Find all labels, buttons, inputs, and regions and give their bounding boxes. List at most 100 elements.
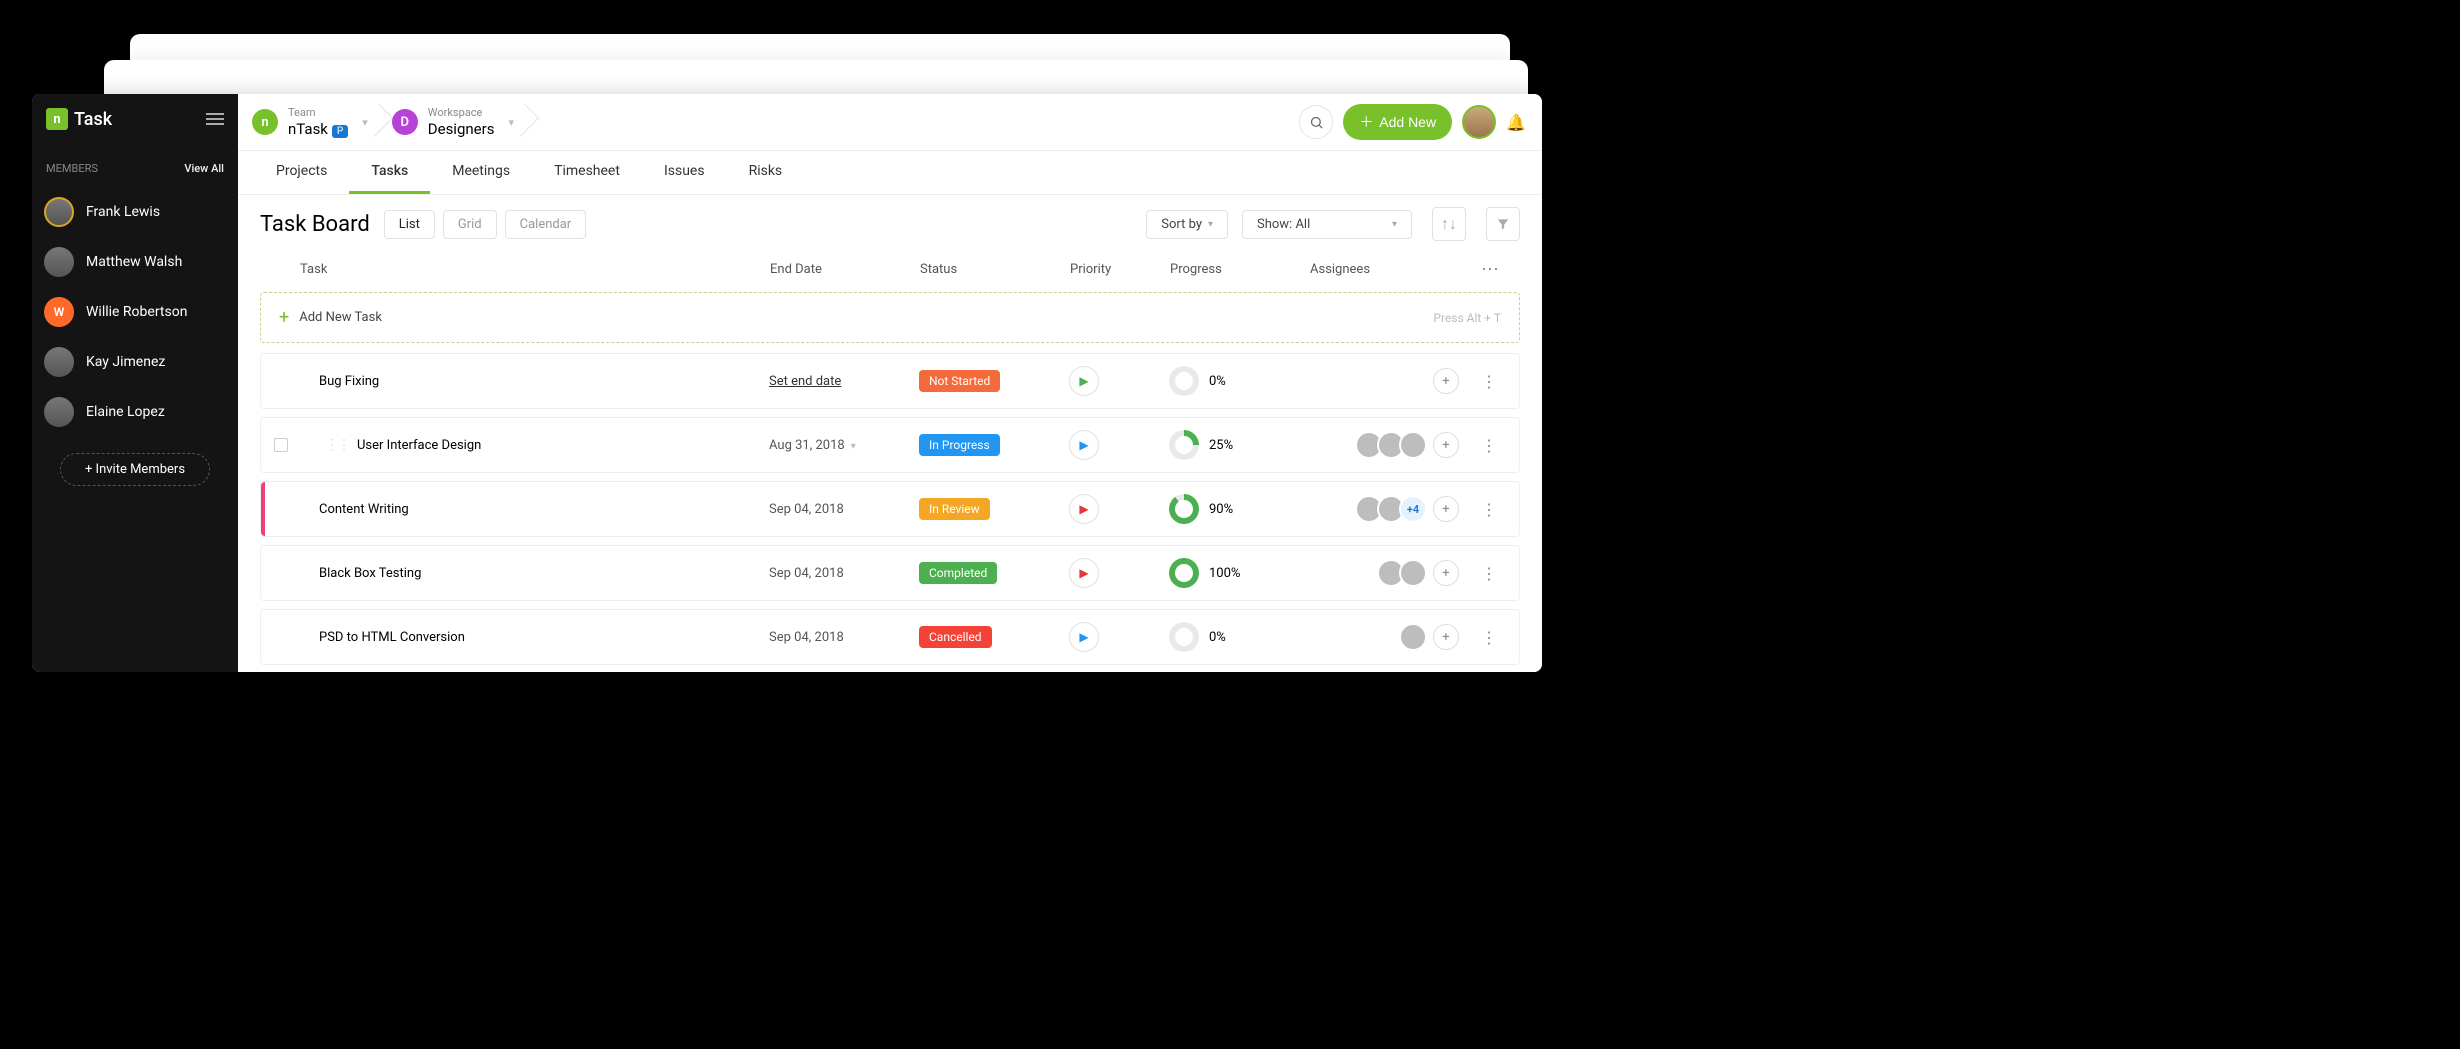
breadcrumb-workspace[interactable]: D Workspace Designers ▾ xyxy=(386,102,532,142)
add-assignee-button[interactable]: + xyxy=(1433,624,1459,650)
brand-logo[interactable]: n Task xyxy=(46,108,112,130)
priority-flag[interactable]: ▶ xyxy=(1069,366,1099,396)
tab-tasks[interactable]: Tasks xyxy=(349,151,430,194)
add-new-button[interactable]: ＋Add New xyxy=(1343,104,1452,140)
task-name: ⋮⋮User Interface Design xyxy=(301,437,769,453)
column-options-icon[interactable]: ⋯ xyxy=(1460,259,1520,280)
chevron-down-icon[interactable]: ▾ xyxy=(508,116,514,129)
view-grid-button[interactable]: Grid xyxy=(443,210,497,239)
sort-by-select[interactable]: Sort by▾ xyxy=(1146,210,1228,239)
chevron-down-icon[interactable]: ▾ xyxy=(362,116,368,129)
main-panel: n Team nTaskP ▾ D Workspace Designers ▾ xyxy=(238,94,1542,672)
view-all-link[interactable]: View All xyxy=(184,162,224,175)
task-row[interactable]: Bug FixingSet end dateNot Started▶0%+⋮ xyxy=(260,353,1520,409)
progress-value: 0% xyxy=(1209,374,1226,389)
row-menu-icon[interactable]: ⋮ xyxy=(1459,500,1519,519)
priority-flag[interactable]: ▶ xyxy=(1069,494,1099,524)
app-window: n Task MEMBERS View All Frank LewisMatth… xyxy=(32,94,1542,672)
assignee-overflow[interactable]: +4 xyxy=(1399,495,1427,523)
task-row[interactable]: PSD to HTML ConversionSep 04, 2018Cancel… xyxy=(260,609,1520,665)
priority-flag[interactable]: ▶ xyxy=(1069,558,1099,588)
add-assignee-button[interactable]: + xyxy=(1433,368,1459,394)
add-assignee-button[interactable]: + xyxy=(1433,560,1459,586)
chevron-down-icon: ▾ xyxy=(851,441,856,452)
sort-direction-button[interactable]: ↑↓ xyxy=(1432,207,1466,241)
search-icon xyxy=(1309,115,1324,130)
drag-handle-icon[interactable] xyxy=(261,373,267,389)
members-heading: MEMBERS xyxy=(46,162,98,175)
status-badge[interactable]: In Progress xyxy=(919,434,1000,456)
chevron-down-icon: ▾ xyxy=(1392,219,1397,230)
tab-risks[interactable]: Risks xyxy=(727,151,805,194)
board-toolbar: Task Board ListGridCalendar Sort by▾ Sho… xyxy=(238,195,1542,253)
filter-button[interactable] xyxy=(1486,207,1520,241)
task-row[interactable]: Content WritingSep 04, 2018In Review▶90%… xyxy=(260,481,1520,537)
assignee-avatar[interactable] xyxy=(1399,623,1427,651)
row-menu-icon[interactable]: ⋮ xyxy=(1459,564,1519,583)
breadcrumb-team[interactable]: n Team nTaskP ▾ xyxy=(246,102,386,142)
add-assignee-button[interactable]: + xyxy=(1433,432,1459,458)
row-menu-icon[interactable]: ⋮ xyxy=(1459,628,1519,647)
notifications-icon[interactable]: 🔔 xyxy=(1506,113,1526,132)
drag-handle-icon[interactable] xyxy=(261,501,267,517)
progress-ring-icon xyxy=(1169,494,1199,524)
task-end-date[interactable]: Sep 04, 2018 xyxy=(769,502,919,517)
brand-name: Task xyxy=(74,109,112,130)
task-end-date[interactable]: Sep 04, 2018 xyxy=(769,566,919,581)
row-menu-icon[interactable]: ⋮ xyxy=(1459,372,1519,391)
task-end-date[interactable]: Sep 04, 2018 xyxy=(769,630,919,645)
priority-flag[interactable]: ▶ xyxy=(1069,622,1099,652)
status-badge[interactable]: Cancelled xyxy=(919,626,992,648)
member-item[interactable]: Elaine Lopez xyxy=(32,387,238,437)
task-checkbox[interactable] xyxy=(274,438,288,452)
member-name: Kay Jimenez xyxy=(86,354,165,370)
task-name: PSD to HTML Conversion xyxy=(301,630,769,645)
tab-issues[interactable]: Issues xyxy=(642,151,727,194)
plus-icon: + xyxy=(279,307,289,328)
member-item[interactable]: Matthew Walsh xyxy=(32,237,238,287)
status-badge[interactable]: Completed xyxy=(919,562,997,584)
invite-members-button[interactable]: + Invite Members xyxy=(60,453,210,486)
drag-handle-icon[interactable] xyxy=(261,565,267,581)
user-avatar[interactable] xyxy=(1462,105,1496,139)
member-item[interactable]: Frank Lewis xyxy=(32,187,238,237)
search-button[interactable] xyxy=(1299,105,1333,139)
col-progress: Progress xyxy=(1170,262,1310,277)
task-row[interactable]: ⋮⋮User Interface DesignAug 31, 2018▾In P… xyxy=(260,417,1520,473)
status-badge[interactable]: Not Started xyxy=(919,370,1000,392)
member-item[interactable]: WWillie Robertson xyxy=(32,287,238,337)
status-badge[interactable]: In Review xyxy=(919,498,990,520)
add-task-row[interactable]: + Add New Task Press Alt + T xyxy=(260,292,1520,343)
assignee-avatar[interactable] xyxy=(1399,431,1427,459)
task-end-date[interactable]: Set end date xyxy=(769,374,919,389)
drag-handle-icon[interactable] xyxy=(261,629,267,645)
plan-badge: P xyxy=(332,125,348,138)
add-assignee-button[interactable]: + xyxy=(1433,496,1459,522)
team-label: Team xyxy=(288,106,348,119)
priority-flag[interactable]: ▶ xyxy=(1069,430,1099,460)
progress-ring-icon xyxy=(1169,558,1199,588)
view-list-button[interactable]: List xyxy=(384,210,435,239)
avatar xyxy=(44,247,74,277)
progress-value: 100% xyxy=(1209,566,1240,581)
task-end-date[interactable]: Aug 31, 2018▾ xyxy=(769,438,919,453)
avatar xyxy=(44,397,74,427)
member-item[interactable]: Kay Jimenez xyxy=(32,337,238,387)
show-filter-select[interactable]: Show: All ▾ xyxy=(1242,210,1412,239)
task-list: Bug FixingSet end dateNot Started▶0%+⋮⋮⋮… xyxy=(238,353,1542,672)
sidebar: n Task MEMBERS View All Frank LewisMatth… xyxy=(32,94,238,672)
view-calendar-button[interactable]: Calendar xyxy=(505,210,587,239)
member-name: Elaine Lopez xyxy=(86,404,165,420)
col-assignees: Assignees xyxy=(1310,262,1460,277)
row-menu-icon[interactable]: ⋮ xyxy=(1459,436,1519,455)
chevron-down-icon: ▾ xyxy=(1208,219,1213,230)
column-headers: Task End Date Status Priority Progress A… xyxy=(238,253,1542,288)
tab-timesheet[interactable]: Timesheet xyxy=(532,151,642,194)
menu-icon[interactable] xyxy=(206,113,224,125)
tab-projects[interactable]: Projects xyxy=(254,151,349,194)
assignee-avatar[interactable] xyxy=(1399,559,1427,587)
progress-value: 0% xyxy=(1209,630,1226,645)
tab-meetings[interactable]: Meetings xyxy=(430,151,532,194)
task-row[interactable]: Black Box TestingSep 04, 2018Completed▶1… xyxy=(260,545,1520,601)
progress-ring-icon xyxy=(1169,622,1199,652)
